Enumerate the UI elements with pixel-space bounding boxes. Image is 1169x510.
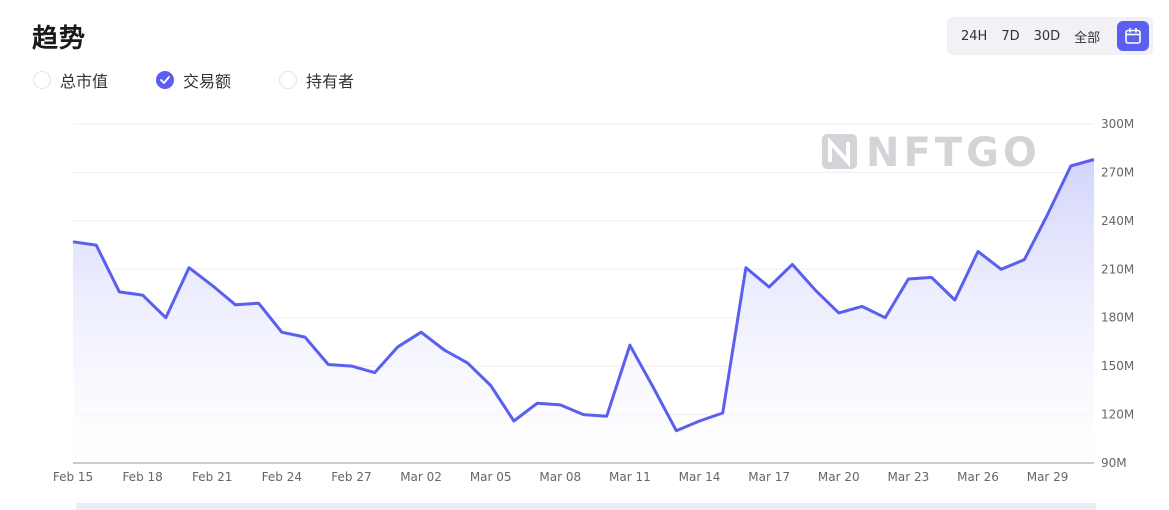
- data-point[interactable]: [302, 334, 308, 340]
- y-tick-label: 300M: [1101, 117, 1134, 131]
- data-point[interactable]: [348, 363, 354, 369]
- data-point[interactable]: [998, 266, 1004, 272]
- data-point[interactable]: [929, 274, 935, 280]
- data-point[interactable]: [1091, 157, 1097, 163]
- x-tick-label: Mar 11: [609, 470, 651, 484]
- data-point[interactable]: [557, 402, 563, 408]
- data-point[interactable]: [720, 410, 726, 416]
- data-point[interactable]: [673, 428, 679, 434]
- data-point[interactable]: [279, 329, 285, 335]
- data-point[interactable]: [697, 418, 703, 424]
- data-point[interactable]: [93, 242, 99, 248]
- data-point[interactable]: [1045, 211, 1051, 217]
- x-tick-label: Feb 27: [331, 470, 371, 484]
- x-tick-label: Mar 02: [400, 470, 442, 484]
- x-tick-label: Feb 15: [53, 470, 93, 484]
- volume-chart: NFTGO Feb 15 Feb 18 Feb 21 Feb 24 Feb 27 Mar …: [53, 117, 1134, 484]
- data-point[interactable]: [1021, 257, 1027, 263]
- x-tick-label: Mar 05: [470, 470, 512, 484]
- x-tick-label: Mar 20: [818, 470, 860, 484]
- data-point[interactable]: [1068, 163, 1074, 169]
- x-tick-label: Mar 17: [748, 470, 790, 484]
- watermark-logo: NFTGO: [822, 130, 1041, 176]
- y-tick-label: 240M: [1101, 214, 1134, 228]
- data-point[interactable]: [581, 412, 587, 418]
- data-point[interactable]: [813, 287, 819, 293]
- data-point[interactable]: [70, 239, 76, 245]
- data-point[interactable]: [975, 249, 981, 255]
- x-axis-ticks: Feb 15 Feb 18 Feb 21 Feb 24 Feb 27 Mar 02 Mar …: [53, 470, 1069, 484]
- x-tick-label: Feb 18: [122, 470, 162, 484]
- y-tick-label: 180M: [1101, 311, 1134, 325]
- data-point[interactable]: [534, 400, 540, 406]
- data-point[interactable]: [140, 292, 146, 298]
- data-point[interactable]: [836, 310, 842, 316]
- data-point[interactable]: [163, 315, 169, 321]
- y-tick-label: 210M: [1101, 262, 1134, 276]
- data-point[interactable]: [418, 329, 424, 335]
- data-point[interactable]: [766, 284, 772, 290]
- data-point[interactable]: [627, 342, 633, 348]
- y-axis-ticks: 90M 120M 150M 180M 210M 240M 270M 300M: [1101, 117, 1134, 470]
- x-tick-label: Mar 14: [679, 470, 721, 484]
- data-point[interactable]: [604, 413, 610, 419]
- y-tick-label: 150M: [1101, 359, 1134, 373]
- data-point[interactable]: [395, 344, 401, 350]
- data-point[interactable]: [464, 360, 470, 366]
- chart-range-scrollbar[interactable]: [76, 503, 1096, 510]
- data-point[interactable]: [441, 347, 447, 353]
- data-point[interactable]: [488, 383, 494, 389]
- x-tick-label: Mar 08: [539, 470, 581, 484]
- data-point[interactable]: [116, 289, 122, 295]
- data-point[interactable]: [186, 265, 192, 271]
- data-point[interactable]: [325, 362, 331, 368]
- data-point[interactable]: [511, 418, 517, 424]
- data-point[interactable]: [952, 297, 958, 303]
- data-point[interactable]: [232, 302, 238, 308]
- data-point[interactable]: [789, 261, 795, 267]
- data-point[interactable]: [859, 303, 865, 309]
- y-tick-label: 90M: [1101, 456, 1127, 470]
- x-tick-label: Mar 29: [1027, 470, 1069, 484]
- y-tick-label: 270M: [1101, 165, 1134, 179]
- data-point[interactable]: [256, 300, 262, 306]
- y-tick-label: 120M: [1101, 408, 1134, 422]
- data-point[interactable]: [209, 282, 215, 288]
- watermark-text: NFTGO: [866, 130, 1041, 176]
- x-tick-label: Mar 26: [957, 470, 999, 484]
- data-point[interactable]: [650, 384, 656, 390]
- data-point[interactable]: [372, 370, 378, 376]
- x-tick-label: Mar 23: [887, 470, 929, 484]
- data-point[interactable]: [905, 276, 911, 282]
- x-tick-label: Feb 24: [262, 470, 302, 484]
- data-point[interactable]: [743, 265, 749, 271]
- data-point[interactable]: [882, 315, 888, 321]
- x-tick-label: Feb 21: [192, 470, 232, 484]
